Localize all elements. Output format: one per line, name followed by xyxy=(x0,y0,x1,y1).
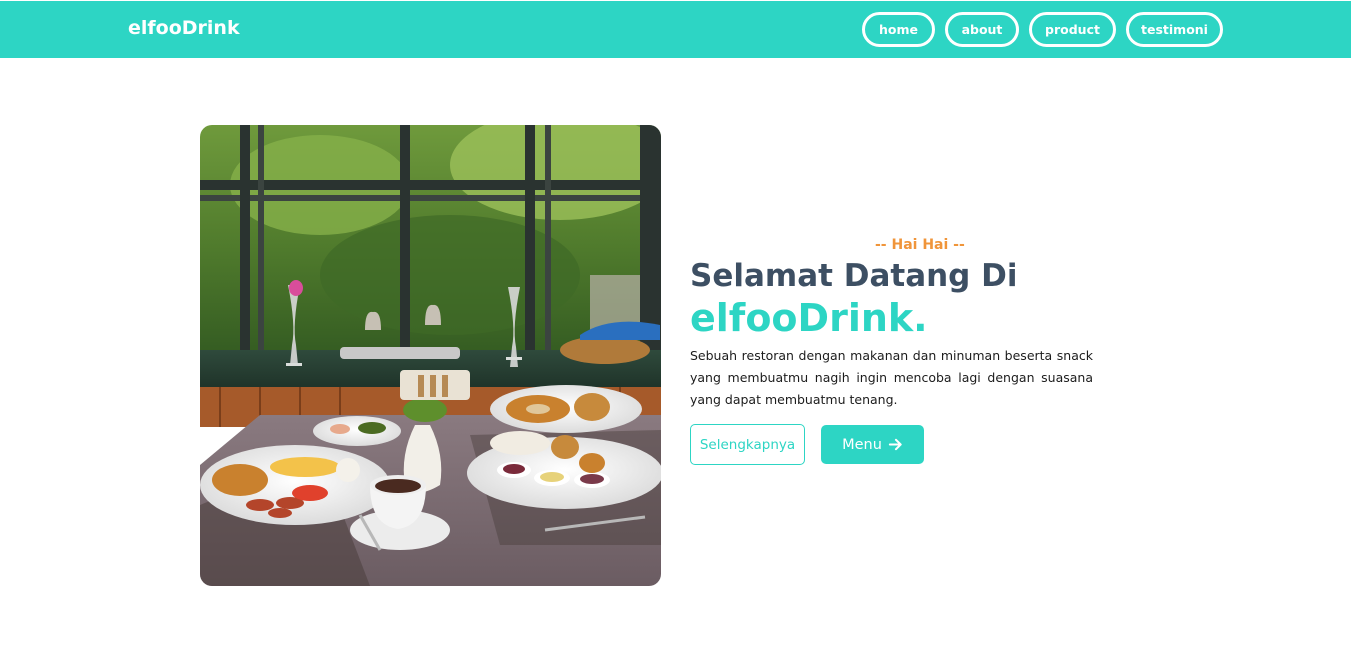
hero-tagline: -- Hai Hai -- xyxy=(875,237,965,253)
nav-product-button[interactable]: product xyxy=(1029,12,1116,47)
hero-title-brand: elfooDrink. xyxy=(690,296,928,340)
more-button-label: Selengkapnya xyxy=(699,436,796,453)
navbar: elfooDrink home about product testimoni xyxy=(0,1,1351,58)
nav-testimoni-button[interactable]: testimoni xyxy=(1126,12,1223,47)
more-button[interactable]: Selengkapnya xyxy=(690,424,805,465)
menu-button[interactable]: Menu xyxy=(821,425,924,464)
menu-button-label: Menu xyxy=(842,436,882,453)
nav-home-button[interactable]: home xyxy=(862,12,935,47)
brand-logo[interactable]: elfooDrink xyxy=(128,17,240,39)
hero-title-line1: Selamat Datang Di xyxy=(690,258,1018,294)
hero-description: Sebuah restoran dengan makanan dan minum… xyxy=(690,348,1093,407)
nav-about-button[interactable]: about xyxy=(945,12,1019,47)
restaurant-breakfast-photo xyxy=(200,125,661,586)
arrow-right-icon xyxy=(888,438,902,451)
hero-image xyxy=(200,125,661,586)
